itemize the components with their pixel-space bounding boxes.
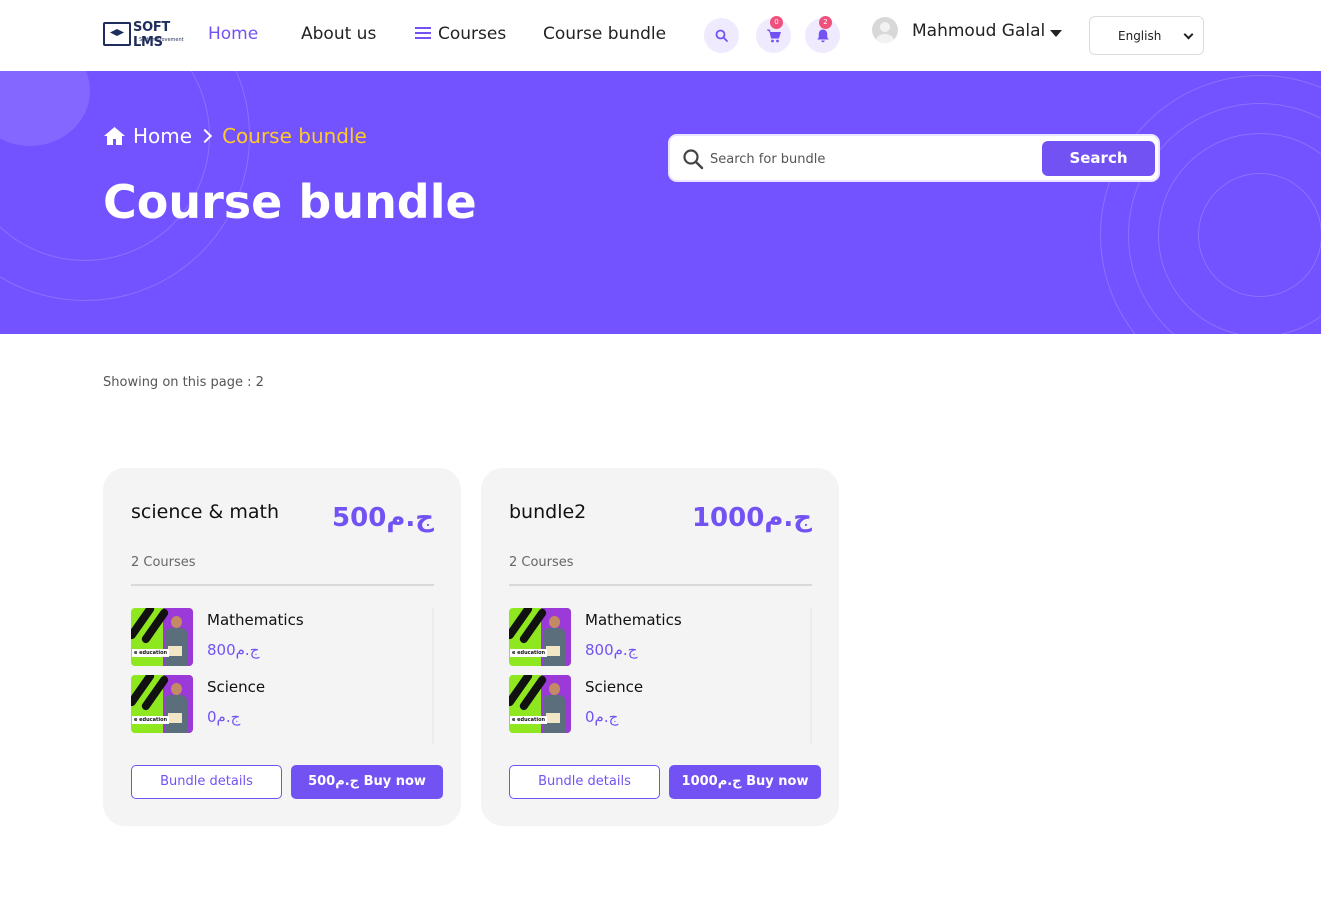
list-item[interactable]: e education Mathematics 800ج.م <box>131 608 421 666</box>
bundle-details-button[interactable]: Bundle details <box>131 765 282 799</box>
bundle-search-button[interactable]: Search <box>1042 141 1155 176</box>
cart-button[interactable]: 0 <box>756 16 791 53</box>
buy-now-button[interactable]: 1000ج.م Buy now <box>669 765 821 799</box>
search-icon <box>715 29 728 42</box>
thumbnail-label: e education <box>510 649 548 657</box>
nav-courses-label: Courses <box>438 24 507 44</box>
bundle-card: bundle2 1000ج.م 2 Courses e education Ma… <box>481 468 839 826</box>
hero-decoration <box>1100 75 1321 334</box>
list-item[interactable]: e education Science 0ج.م <box>509 675 799 733</box>
list-item[interactable]: e education Mathematics 800ج.م <box>509 608 799 666</box>
results-count: Showing on this page : 2 <box>103 375 264 390</box>
nav-course-bundle[interactable]: Course bundle <box>543 24 666 44</box>
thumbnail-label: e education <box>510 716 548 724</box>
course-price: 800ج.م <box>585 641 638 659</box>
notifications-button[interactable]: 2 <box>805 16 840 53</box>
course-name: Science <box>207 678 266 696</box>
course-name: Science <box>585 678 644 696</box>
logo-text: SOFT LMS <box>133 20 170 50</box>
user-avatar[interactable] <box>872 17 898 43</box>
bundle-courses-list: e education Mathematics 800ج.م e educati… <box>131 608 434 744</box>
chevron-right-icon <box>197 128 213 144</box>
course-name: Mathematics <box>207 611 304 629</box>
bundle-course-count: 2 Courses <box>509 555 574 570</box>
bundle-details-button[interactable]: Bundle details <box>509 765 660 799</box>
thumbnail-label: e education <box>132 716 170 724</box>
bundle-courses-list: e education Mathematics 800ج.م e educati… <box>509 608 812 744</box>
scrollbar[interactable] <box>810 608 812 744</box>
cart-icon <box>766 29 781 42</box>
notification-count-badge: 2 <box>819 16 832 29</box>
hero-banner: Home Course bundle Course bundle Search <box>0 71 1321 334</box>
page-title: Course bundle <box>103 175 477 229</box>
bundle-price: 500ج.م <box>332 503 434 533</box>
buy-now-button[interactable]: 500ج.م Buy now <box>291 765 443 799</box>
home-icon <box>104 127 125 145</box>
thumbnail-label: e education <box>132 649 170 657</box>
course-price: 800ج.م <box>207 641 260 659</box>
course-thumbnail: e education <box>131 608 193 666</box>
bundle-search-input[interactable] <box>710 149 1030 169</box>
bundle-price: 1000ج.م <box>691 503 812 533</box>
chevron-down-icon <box>1183 29 1194 40</box>
graduation-cap-icon <box>103 22 131 46</box>
divider <box>131 584 434 586</box>
nav-courses[interactable]: Courses <box>415 24 506 44</box>
scrollbar[interactable] <box>432 608 434 744</box>
user-name[interactable]: Mahmoud Galal <box>912 21 1045 41</box>
course-thumbnail: e education <box>131 675 193 733</box>
nav-about[interactable]: About us <box>301 24 376 44</box>
menu-icon <box>415 27 431 39</box>
breadcrumb-home[interactable]: Home <box>133 124 192 148</box>
course-thumbnail: e education <box>509 608 571 666</box>
breadcrumb-current: Course bundle <box>222 124 367 148</box>
breadcrumb: Home Course bundle <box>103 124 367 148</box>
search-icon <box>683 149 704 170</box>
bundle-title[interactable]: bundle2 <box>509 501 586 523</box>
course-thumbnail: e education <box>509 675 571 733</box>
search-button[interactable] <box>704 18 739 53</box>
bundle-course-count: 2 Courses <box>131 555 196 570</box>
cart-count-badge: 0 <box>770 16 783 29</box>
site-logo[interactable]: SOFT LMS Self Improvement <box>103 18 189 50</box>
course-name: Mathematics <box>585 611 682 629</box>
logo-tagline: Self Improvement <box>139 37 184 43</box>
bell-icon <box>816 29 829 42</box>
language-value: English <box>1118 29 1162 43</box>
top-navbar: SOFT LMS Self Improvement Home About us … <box>0 0 1321 71</box>
language-select[interactable]: English <box>1089 16 1204 55</box>
bundle-search-bar: Search <box>668 134 1160 182</box>
nav-home[interactable]: Home <box>208 24 258 44</box>
bundle-card: science & math 500ج.م 2 Courses e educat… <box>103 468 461 826</box>
divider <box>509 584 812 586</box>
course-price: 0ج.م <box>585 708 619 726</box>
list-item[interactable]: e education Science 0ج.م <box>131 675 421 733</box>
course-price: 0ج.م <box>207 708 241 726</box>
caret-down-icon[interactable] <box>1050 30 1062 37</box>
bundle-title[interactable]: science & math <box>131 501 279 523</box>
